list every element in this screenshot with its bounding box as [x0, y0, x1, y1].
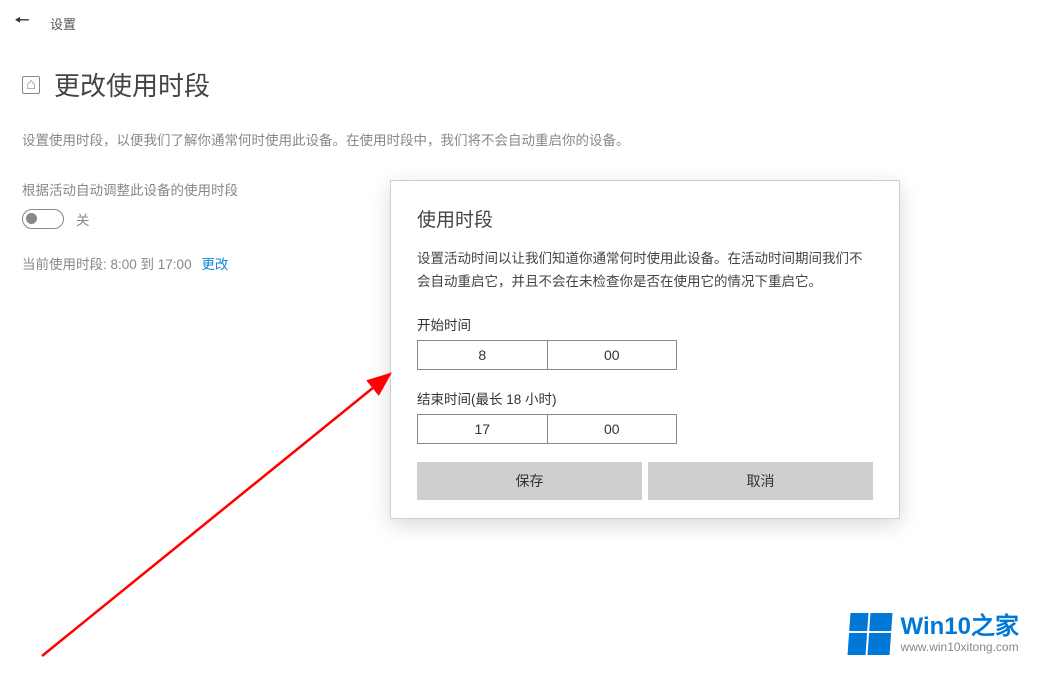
start-minute-cell[interactable]: 00 — [548, 341, 677, 369]
change-link[interactable]: 更改 — [201, 257, 228, 272]
auto-adjust-toggle[interactable] — [22, 209, 64, 229]
cancel-button[interactable]: 取消 — [648, 462, 873, 500]
dialog-buttons: 保存 取消 — [417, 462, 873, 500]
windows-logo-icon — [847, 613, 892, 655]
watermark: Win10之家 www.win10xitong.com — [849, 613, 1019, 655]
back-arrow-icon[interactable]: 🠔 — [12, 8, 32, 38]
active-hours-dialog: 使用时段 设置活动时间以让我们知道你通常何时使用此设备。在活动时间期间我们不会自… — [390, 180, 900, 519]
save-button[interactable]: 保存 — [417, 462, 642, 500]
watermark-brand-suffix: 之家 — [971, 613, 1019, 640]
toggle-state-label: 关 — [76, 209, 90, 229]
current-hours-value: 8:00 到 17:00 — [111, 257, 192, 272]
page-description: 设置使用时段，以便我们了解你通常何时使用此设备。在使用时段中，我们将不会自动重启… — [22, 131, 1015, 151]
page-title: 更改使用时段 — [54, 66, 210, 103]
end-hour-cell[interactable]: 17 — [418, 415, 548, 443]
current-hours-prefix: 当前使用时段: — [22, 257, 111, 272]
start-time-label: 开始时间 — [417, 314, 873, 334]
watermark-brand-prefix: Win10 — [901, 613, 971, 640]
header-title: 设置 — [50, 14, 76, 33]
dialog-title: 使用时段 — [417, 205, 873, 232]
window-header: 🠔 设置 — [0, 0, 1037, 46]
watermark-url: www.win10xitong.com — [901, 641, 1019, 655]
end-time-picker: 17 00 — [417, 414, 677, 444]
title-row: ⌂ 更改使用时段 — [22, 66, 1015, 103]
start-hour-cell[interactable]: 8 — [418, 341, 548, 369]
end-minute-cell[interactable]: 00 — [548, 415, 677, 443]
annotation-arrow-icon — [32, 356, 412, 666]
start-time-picker: 8 00 — [417, 340, 677, 370]
watermark-text: Win10之家 www.win10xitong.com — [901, 613, 1019, 654]
home-icon[interactable]: ⌂ — [22, 76, 40, 94]
dialog-description: 设置活动时间以让我们知道你通常何时使用此设备。在活动时间期间我们不会自动重启它，… — [417, 248, 873, 294]
watermark-title: Win10之家 — [901, 613, 1019, 641]
end-time-label: 结束时间(最长 18 小时) — [417, 388, 873, 408]
